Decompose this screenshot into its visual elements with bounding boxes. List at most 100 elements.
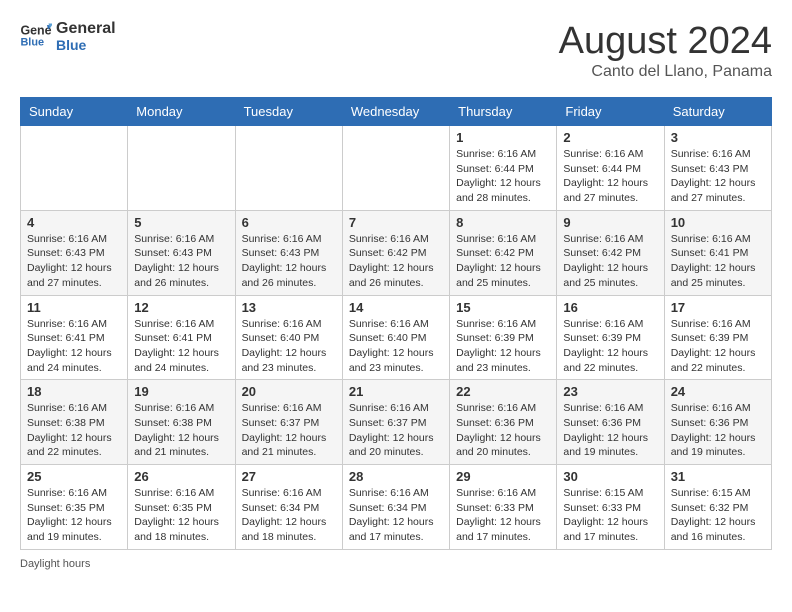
calendar-cell [235,126,342,211]
calendar-cell: 1 Sunrise: 6:16 AM Sunset: 6:44 PM Daylig… [450,126,557,211]
calendar-cell: 31 Sunrise: 6:15 AM Sunset: 6:32 PM Dayli… [664,465,771,550]
location-subtitle: Canto del Llano, Panama [559,63,772,81]
footer: Daylight hours [20,558,772,570]
day-number: 31 [671,469,765,484]
calendar-cell: 29Sunrise: 6:16 AM Sunset: 6:33 PM Dayli… [450,465,557,550]
day-number: 28 [349,469,443,484]
day-info: Sunrise: 6:16 AM Sunset: 6:42 PM Dayligh… [349,232,443,291]
calendar-cell: 5 Sunrise: 6:16 AM Sunset: 6:43 PM Daylig… [128,210,235,295]
calendar-cell: 14Sunrise: 6:16 AM Sunset: 6:40 PM Dayli… [342,295,449,380]
calendar-cell: 20Sunrise: 6:16 AM Sunset: 6:37 PM Dayli… [235,380,342,465]
day-info: Sunrise: 6:16 AM Sunset: 6:42 PM Dayligh… [563,232,657,291]
logo-blue: Blue [56,38,116,53]
calendar-cell: 27 Sunrise: 6:16 AM Sunset: 6:34 PM Dayli… [235,465,342,550]
week-row-5: 25 Sunrise: 6:16 AM Sunset: 6:35 PM Dayli… [21,465,772,550]
day-info: Sunrise: 6:16 AM Sunset: 6:39 PM Dayligh… [671,317,765,376]
day-number: 4 [27,215,121,230]
day-number: 17 [671,300,765,315]
calendar-table: SundayMondayTuesdayWednesdayThursdayFrid… [20,97,772,550]
calendar-cell: 21Sunrise: 6:16 AM Sunset: 6:37 PM Dayli… [342,380,449,465]
day-number: 2 [563,130,657,145]
day-info: Sunrise: 6:15 AM Sunset: 6:32 PM Dayligh… [671,486,765,545]
week-row-4: 18 Sunrise: 6:16 AM Sunset: 6:38 PM Dayli… [21,380,772,465]
day-number: 16 [563,300,657,315]
day-info: Sunrise: 6:16 AM Sunset: 6:41 PM Dayligh… [671,232,765,291]
calendar-cell: 18 Sunrise: 6:16 AM Sunset: 6:38 PM Dayli… [21,380,128,465]
calendar-cell: 13 Sunrise: 6:16 AM Sunset: 6:40 PM Dayli… [235,295,342,380]
day-info: Sunrise: 6:16 AM Sunset: 6:43 PM Dayligh… [27,232,121,291]
logo-icon: General Blue [20,22,52,50]
day-info: Sunrise: 6:16 AM Sunset: 6:43 PM Dayligh… [134,232,228,291]
logo-general: General [56,20,116,38]
day-info: Sunrise: 6:16 AM Sunset: 6:37 PM Dayligh… [242,401,336,460]
day-info: Sunrise: 6:16 AM Sunset: 6:43 PM Dayligh… [671,147,765,206]
calendar-cell: 19Sunrise: 6:16 AM Sunset: 6:38 PM Dayli… [128,380,235,465]
day-info: Sunrise: 6:16 AM Sunset: 6:34 PM Dayligh… [349,486,443,545]
week-row-3: 11 Sunrise: 6:16 AM Sunset: 6:41 PM Dayli… [21,295,772,380]
day-info: Sunrise: 6:16 AM Sunset: 6:38 PM Dayligh… [27,401,121,460]
day-info: Sunrise: 6:16 AM Sunset: 6:34 PM Dayligh… [242,486,336,545]
day-info: Sunrise: 6:16 AM Sunset: 6:44 PM Dayligh… [456,147,550,206]
day-number: 3 [671,130,765,145]
calendar-cell: 30Sunrise: 6:15 AM Sunset: 6:33 PM Dayli… [557,465,664,550]
day-number: 24 [671,384,765,399]
header-row: SundayMondayTuesdayWednesdayThursdayFrid… [21,98,772,126]
day-info: Sunrise: 6:16 AM Sunset: 6:39 PM Dayligh… [563,317,657,376]
column-header-monday: Monday [128,98,235,126]
calendar-cell: 11Sunrise: 6:16 AM Sunset: 6:41 PM Dayli… [21,295,128,380]
day-number: 11 [27,300,121,315]
day-info: Sunrise: 6:16 AM Sunset: 6:36 PM Dayligh… [563,401,657,460]
day-info: Sunrise: 6:16 AM Sunset: 6:35 PM Dayligh… [27,486,121,545]
footer-text: Daylight hours [20,558,90,570]
day-info: Sunrise: 6:16 AM Sunset: 6:36 PM Dayligh… [456,401,550,460]
day-number: 25 [27,469,121,484]
calendar-cell: 2 Sunrise: 6:16 AM Sunset: 6:44 PM Daylig… [557,126,664,211]
day-number: 1 [456,130,550,145]
calendar-cell: 22 Sunrise: 6:16 AM Sunset: 6:36 PM Dayli… [450,380,557,465]
month-title: August 2024 [559,20,772,63]
day-info: Sunrise: 6:16 AM Sunset: 6:40 PM Dayligh… [349,317,443,376]
day-number: 9 [563,215,657,230]
day-info: Sunrise: 6:16 AM Sunset: 6:40 PM Dayligh… [242,317,336,376]
day-info: Sunrise: 6:16 AM Sunset: 6:33 PM Dayligh… [456,486,550,545]
day-info: Sunrise: 6:15 AM Sunset: 6:33 PM Dayligh… [563,486,657,545]
day-number: 7 [349,215,443,230]
day-number: 23 [563,384,657,399]
column-header-saturday: Saturday [664,98,771,126]
day-info: Sunrise: 6:16 AM Sunset: 6:43 PM Dayligh… [242,232,336,291]
svg-text:Blue: Blue [20,37,44,49]
day-number: 18 [27,384,121,399]
day-number: 15 [456,300,550,315]
day-info: Sunrise: 6:16 AM Sunset: 6:44 PM Dayligh… [563,147,657,206]
day-info: Sunrise: 6:16 AM Sunset: 6:42 PM Dayligh… [456,232,550,291]
column-header-sunday: Sunday [21,98,128,126]
calendar-cell: 16 Sunrise: 6:16 AM Sunset: 6:39 PM Dayli… [557,295,664,380]
day-info: Sunrise: 6:16 AM Sunset: 6:41 PM Dayligh… [134,317,228,376]
column-header-wednesday: Wednesday [342,98,449,126]
calendar-cell [128,126,235,211]
calendar-cell: 12Sunrise: 6:16 AM Sunset: 6:41 PM Dayli… [128,295,235,380]
header: General Blue General Blue August 2024 Ca… [20,20,772,81]
day-number: 26 [134,469,228,484]
column-header-tuesday: Tuesday [235,98,342,126]
day-number: 27 [242,469,336,484]
day-number: 13 [242,300,336,315]
day-info: Sunrise: 6:16 AM Sunset: 6:35 PM Dayligh… [134,486,228,545]
calendar-cell: 25 Sunrise: 6:16 AM Sunset: 6:35 PM Dayli… [21,465,128,550]
day-number: 10 [671,215,765,230]
week-row-2: 4 Sunrise: 6:16 AM Sunset: 6:43 PM Daylig… [21,210,772,295]
calendar-cell: 6Sunrise: 6:16 AM Sunset: 6:43 PM Daylig… [235,210,342,295]
day-info: Sunrise: 6:16 AM Sunset: 6:36 PM Dayligh… [671,401,765,460]
calendar-cell: 4 Sunrise: 6:16 AM Sunset: 6:43 PM Daylig… [21,210,128,295]
calendar-cell: 24 Sunrise: 6:16 AM Sunset: 6:36 PM Dayli… [664,380,771,465]
day-number: 19 [134,384,228,399]
calendar-cell: 7 Sunrise: 6:16 AM Sunset: 6:42 PM Daylig… [342,210,449,295]
column-header-friday: Friday [557,98,664,126]
week-row-1: 1 Sunrise: 6:16 AM Sunset: 6:44 PM Daylig… [21,126,772,211]
day-info: Sunrise: 6:16 AM Sunset: 6:37 PM Dayligh… [349,401,443,460]
calendar-cell: 10 Sunrise: 6:16 AM Sunset: 6:41 PM Dayli… [664,210,771,295]
day-info: Sunrise: 6:16 AM Sunset: 6:39 PM Dayligh… [456,317,550,376]
day-number: 5 [134,215,228,230]
day-number: 22 [456,384,550,399]
day-number: 8 [456,215,550,230]
